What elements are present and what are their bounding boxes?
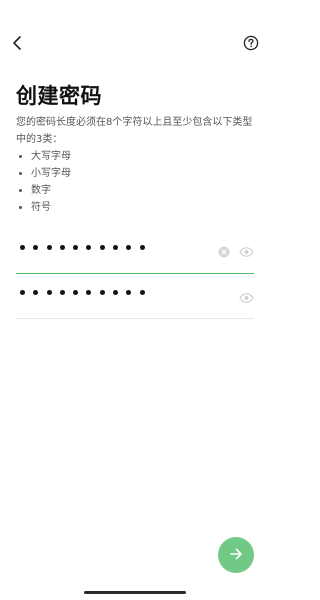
bullet-icon bbox=[19, 172, 22, 175]
mask-dot bbox=[126, 245, 132, 250]
requirement-label: 数字 bbox=[31, 185, 51, 196]
question-circle-icon bbox=[243, 35, 259, 55]
page-title: 创建密码 bbox=[16, 84, 102, 108]
password-rules-description: 您的密码长度必须在8个字符以上且至少包含以下类型中的3类： bbox=[16, 117, 253, 145]
mask-dot bbox=[73, 245, 79, 250]
mask-dot bbox=[139, 290, 145, 295]
bullet-icon bbox=[19, 206, 22, 209]
password-field[interactable] bbox=[16, 233, 254, 274]
mask-dot bbox=[33, 245, 39, 250]
requirement-label: 大写字母 bbox=[31, 151, 71, 162]
mask-dot bbox=[99, 245, 105, 250]
mask-dot bbox=[126, 290, 132, 295]
mask-dot bbox=[113, 290, 119, 295]
back-button[interactable] bbox=[6, 32, 28, 58]
bullet-icon bbox=[19, 155, 22, 158]
mask-dot bbox=[73, 290, 79, 295]
mask-dot bbox=[46, 245, 52, 250]
confirm-password-field[interactable] bbox=[16, 278, 254, 319]
chevron-left-icon bbox=[11, 35, 23, 55]
eye-icon[interactable] bbox=[238, 290, 254, 306]
requirement-label: 小写字母 bbox=[31, 168, 71, 179]
requirement-label: 符号 bbox=[31, 202, 51, 213]
mask-dot bbox=[86, 290, 92, 295]
mask-dot bbox=[59, 245, 65, 250]
arrow-right-icon bbox=[229, 546, 243, 565]
mask-dot bbox=[99, 290, 105, 295]
list-item: 小写字母 bbox=[16, 165, 71, 182]
list-item: 符号 bbox=[16, 199, 71, 216]
next-button[interactable] bbox=[218, 537, 254, 573]
mask-dot bbox=[33, 290, 39, 295]
mask-dot bbox=[20, 290, 25, 295]
help-button[interactable] bbox=[238, 32, 264, 58]
mask-dot bbox=[113, 245, 119, 250]
mask-dot bbox=[86, 245, 92, 250]
password-masked-value bbox=[20, 245, 145, 250]
mask-dot bbox=[20, 245, 25, 250]
home-indicator[interactable] bbox=[84, 591, 186, 594]
top-bar bbox=[0, 30, 270, 60]
clear-icon[interactable] bbox=[216, 244, 232, 260]
requirements-list: 大写字母 小写字母 数字 符号 bbox=[16, 148, 71, 216]
eye-icon[interactable] bbox=[238, 244, 254, 260]
list-item: 数字 bbox=[16, 182, 71, 199]
mask-dot bbox=[139, 245, 145, 250]
mask-dot bbox=[46, 290, 52, 295]
list-item: 大写字母 bbox=[16, 148, 71, 165]
bullet-icon bbox=[19, 189, 22, 192]
mask-dot bbox=[59, 290, 65, 295]
confirm-password-masked-value bbox=[20, 290, 145, 295]
